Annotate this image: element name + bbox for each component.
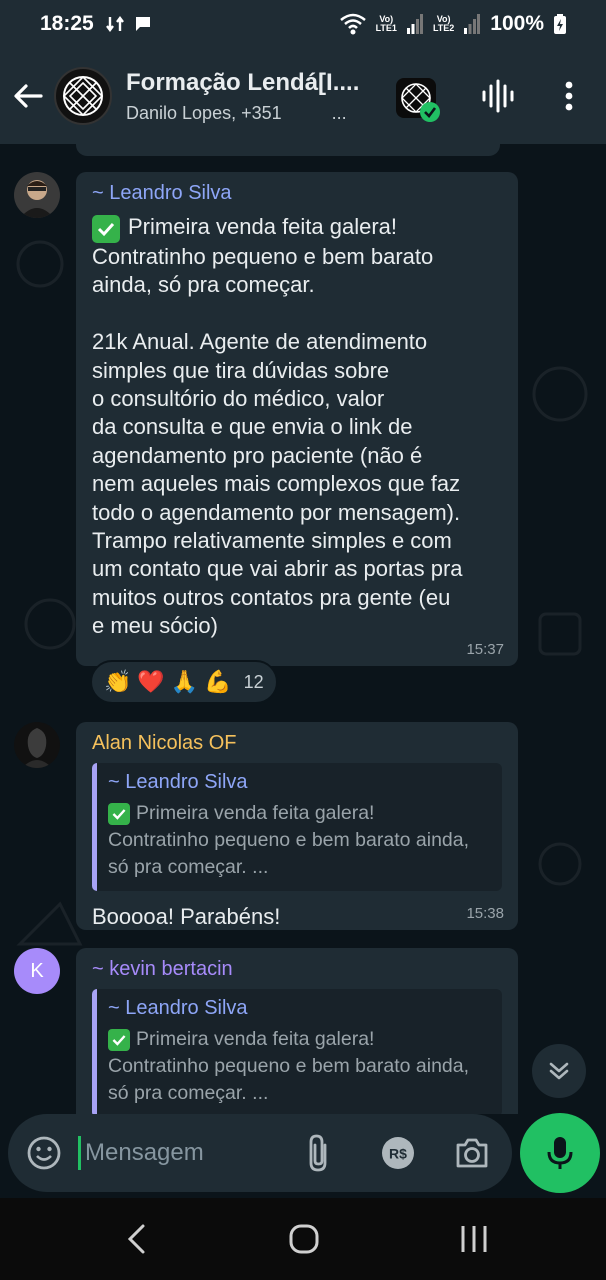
reaction-count: 12 [243, 671, 264, 692]
check-mark-emoji-icon [108, 803, 130, 825]
message-bubble[interactable]: ~ kevin bertacin ~ Leandro Silva Primeir… [76, 948, 518, 1114]
payment-button[interactable]: R$ [378, 1133, 418, 1173]
emoji-button[interactable] [24, 1133, 64, 1173]
nav-home-icon [289, 1224, 319, 1254]
voice-chat-icon [482, 79, 514, 113]
signal-1-icon [406, 14, 423, 34]
more-options-button[interactable] [552, 76, 586, 116]
quoted-text: Primeira venda feita galera! Contratinho … [108, 1028, 470, 1104]
quoted-sender: ~ Leandro Silva [108, 997, 248, 1019]
profile-photo-icon [14, 722, 60, 768]
quoted-sender: ~ Leandro Silva [108, 771, 248, 793]
more-vert-icon [565, 81, 573, 111]
back-arrow-icon [14, 84, 43, 108]
attach-icon [309, 1134, 327, 1172]
signal-2-icon [464, 14, 481, 34]
status-bar: 18:25 Vo) LTE1 Vo) LTE2 100% [0, 0, 606, 48]
data-transfer-icon [105, 16, 124, 32]
reaction-heart: ❤️ [137, 669, 165, 694]
back-button[interactable] [2, 48, 54, 144]
battery-level: 100% [490, 12, 544, 35]
avatar-kevin[interactable]: K [14, 948, 60, 994]
message-input[interactable] [78, 1136, 278, 1170]
check-mark-emoji-icon [92, 215, 120, 243]
camera-icon [456, 1138, 488, 1168]
message-time: 15:37 [466, 641, 504, 658]
message-bubble[interactable]: ~ Leandro Silva Primeira venda feita gal… [76, 172, 518, 666]
message-sender[interactable]: ~ kevin bertacin [92, 958, 502, 981]
status-time: 18:25 [40, 12, 94, 35]
chat-title: Formação Lendá[I.... [126, 68, 360, 96]
scroll-down-icon [549, 1062, 569, 1080]
wifi-icon [339, 13, 366, 35]
quoted-text: Primeira venda feita galera! Contratinho … [108, 802, 470, 878]
avatar-leandro[interactable] [14, 172, 60, 218]
nav-home-button[interactable] [254, 1198, 354, 1280]
sim1-label: Vo) LTE1 [375, 14, 397, 33]
voice-chat-button[interactable] [478, 76, 518, 116]
scroll-down-button[interactable] [532, 1044, 586, 1098]
message-composer: R$ [8, 1114, 512, 1192]
message-bubble[interactable]: Alan Nicolas OF ~ Leandro Silva Primeira… [76, 722, 518, 930]
message-sender[interactable]: ~ Leandro Silva [92, 182, 502, 205]
system-navigation-bar [0, 1198, 606, 1280]
chat-participants: Danilo Lopes, +351... [126, 102, 347, 123]
quoted-message[interactable]: ~ Leandro Silva Primeira venda feita gal… [92, 989, 502, 1114]
nav-back-button[interactable] [86, 1198, 186, 1280]
reactions-bar[interactable]: 👏 ❤️ 🙏 💪 12 [90, 660, 278, 704]
mic-icon [547, 1137, 573, 1169]
payment-icon: R$ [382, 1137, 414, 1169]
message-time: 15:38 [466, 905, 504, 922]
currency-label: R$ [389, 1146, 407, 1162]
chat-notification-icon [135, 17, 150, 31]
check-mark-emoji-icon [108, 1029, 130, 1051]
battery-charging-icon [554, 14, 566, 34]
group-avatar[interactable] [54, 67, 112, 125]
reaction-clap: 👏 [104, 669, 132, 694]
quoted-message[interactable]: ~ Leandro Silva Primeira venda feita gal… [92, 763, 502, 891]
voice-message-button[interactable] [520, 1113, 600, 1193]
avatar-alan[interactable] [14, 722, 60, 768]
nav-recents-icon [461, 1226, 487, 1252]
sim2-label: Vo) LTE2 [432, 14, 455, 33]
previous-message [76, 144, 500, 156]
reaction-muscle: 💪 [204, 669, 232, 694]
nav-recents-button[interactable] [424, 1198, 524, 1280]
communities-icon [396, 78, 440, 122]
nav-back-icon [127, 1224, 145, 1254]
emoji-icon [27, 1136, 61, 1170]
community-button[interactable] [394, 76, 442, 122]
message-text: Booooa! Parabéns! [92, 904, 281, 929]
reaction-pray: 🙏 [170, 669, 199, 694]
message-text: Primeira venda feita galera! Contratinho… [92, 214, 463, 639]
camera-button[interactable] [452, 1133, 492, 1173]
attach-button[interactable] [298, 1132, 338, 1174]
profile-photo-icon [14, 172, 60, 218]
group-logo-icon [62, 75, 104, 117]
chat-area[interactable]: ~ Leandro Silva Primeira venda feita gal… [0, 144, 606, 1114]
message-sender[interactable]: Alan Nicolas OF [92, 732, 502, 755]
chat-header: Formação Lendá[I.... Danilo Lopes, +351.… [0, 48, 606, 144]
chat-info[interactable]: Formação Lendá[I.... Danilo Lopes, +351.… [126, 69, 376, 124]
